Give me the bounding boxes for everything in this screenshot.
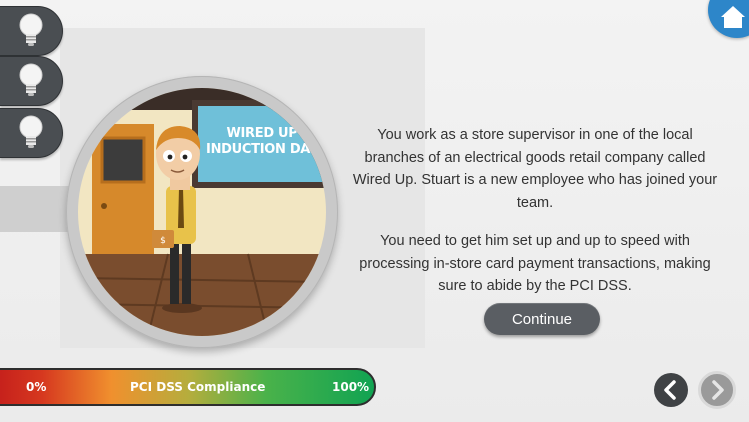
compliance-max-label: 100% <box>332 380 370 394</box>
compliance-title: PCI DSS Compliance <box>130 380 266 394</box>
chevron-right-icon <box>712 380 724 400</box>
continue-button[interactable]: Continue <box>484 303 600 335</box>
next-button[interactable] <box>698 371 736 409</box>
sign-line-2: INDUCTION DAY <box>206 142 318 157</box>
magnifier-lens: $ WIRED UP INDUCTION DAY <box>66 76 338 348</box>
hint-tab-3[interactable] <box>0 108 63 158</box>
narrative-text: You work as a store supervisor in one of… <box>352 124 718 314</box>
home-button[interactable] <box>708 0 749 38</box>
sign-line-1: WIRED UP <box>226 126 298 141</box>
scene-illustration: $ WIRED UP INDUCTION DAY <box>78 88 326 336</box>
narrative-paragraph-1: You work as a store supervisor in one of… <box>352 127 718 211</box>
hint-tab-2[interactable] <box>0 56 63 106</box>
lightbulb-icon <box>19 63 43 96</box>
compliance-meter: 0% PCI DSS Compliance 100% <box>0 368 376 406</box>
compliance-min-label: 0% <box>26 380 47 394</box>
home-icon <box>721 6 745 28</box>
svg-text:$: $ <box>160 236 166 246</box>
narrative-paragraph-2: You need to get him set up and up to spe… <box>359 233 711 294</box>
lightbulb-icon <box>19 13 43 46</box>
previous-button[interactable] <box>654 373 688 407</box>
lightbulb-icon <box>19 115 43 148</box>
sign-text: WIRED UP INDUCTION DAY <box>198 126 326 158</box>
chevron-left-icon <box>664 380 676 400</box>
hint-tab-1[interactable] <box>0 6 63 56</box>
